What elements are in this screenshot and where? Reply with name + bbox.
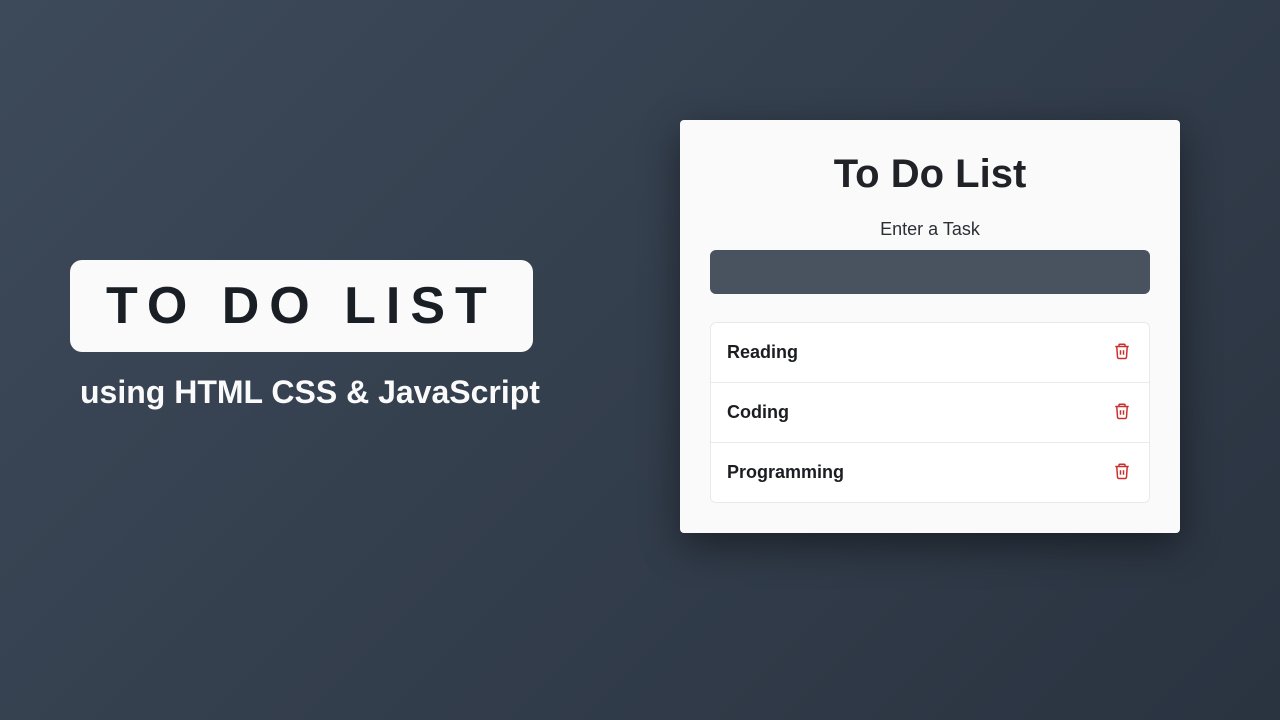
delete-task-button[interactable] xyxy=(1111,399,1133,426)
task-row: Programming xyxy=(711,443,1149,502)
todo-card: To Do List Enter a Task Reading Coding xyxy=(680,120,1180,533)
task-list: Reading Coding Programming xyxy=(710,322,1150,503)
task-input-label: Enter a Task xyxy=(710,219,1150,240)
trash-icon xyxy=(1113,341,1131,364)
banner-subtitle: using HTML CSS & JavaScript xyxy=(80,374,540,411)
task-input[interactable] xyxy=(710,250,1150,294)
todo-heading: To Do List xyxy=(710,152,1150,197)
task-label: Programming xyxy=(727,462,844,483)
trash-icon xyxy=(1113,401,1131,424)
banner: TO DO LIST using HTML CSS & JavaScript xyxy=(70,260,540,411)
delete-task-button[interactable] xyxy=(1111,459,1133,486)
task-label: Reading xyxy=(727,342,798,363)
delete-task-button[interactable] xyxy=(1111,339,1133,366)
task-row: Reading xyxy=(711,323,1149,383)
banner-title-card: TO DO LIST xyxy=(70,260,533,352)
task-row: Coding xyxy=(711,383,1149,443)
banner-title: TO DO LIST xyxy=(106,276,497,336)
trash-icon xyxy=(1113,461,1131,484)
task-label: Coding xyxy=(727,402,789,423)
